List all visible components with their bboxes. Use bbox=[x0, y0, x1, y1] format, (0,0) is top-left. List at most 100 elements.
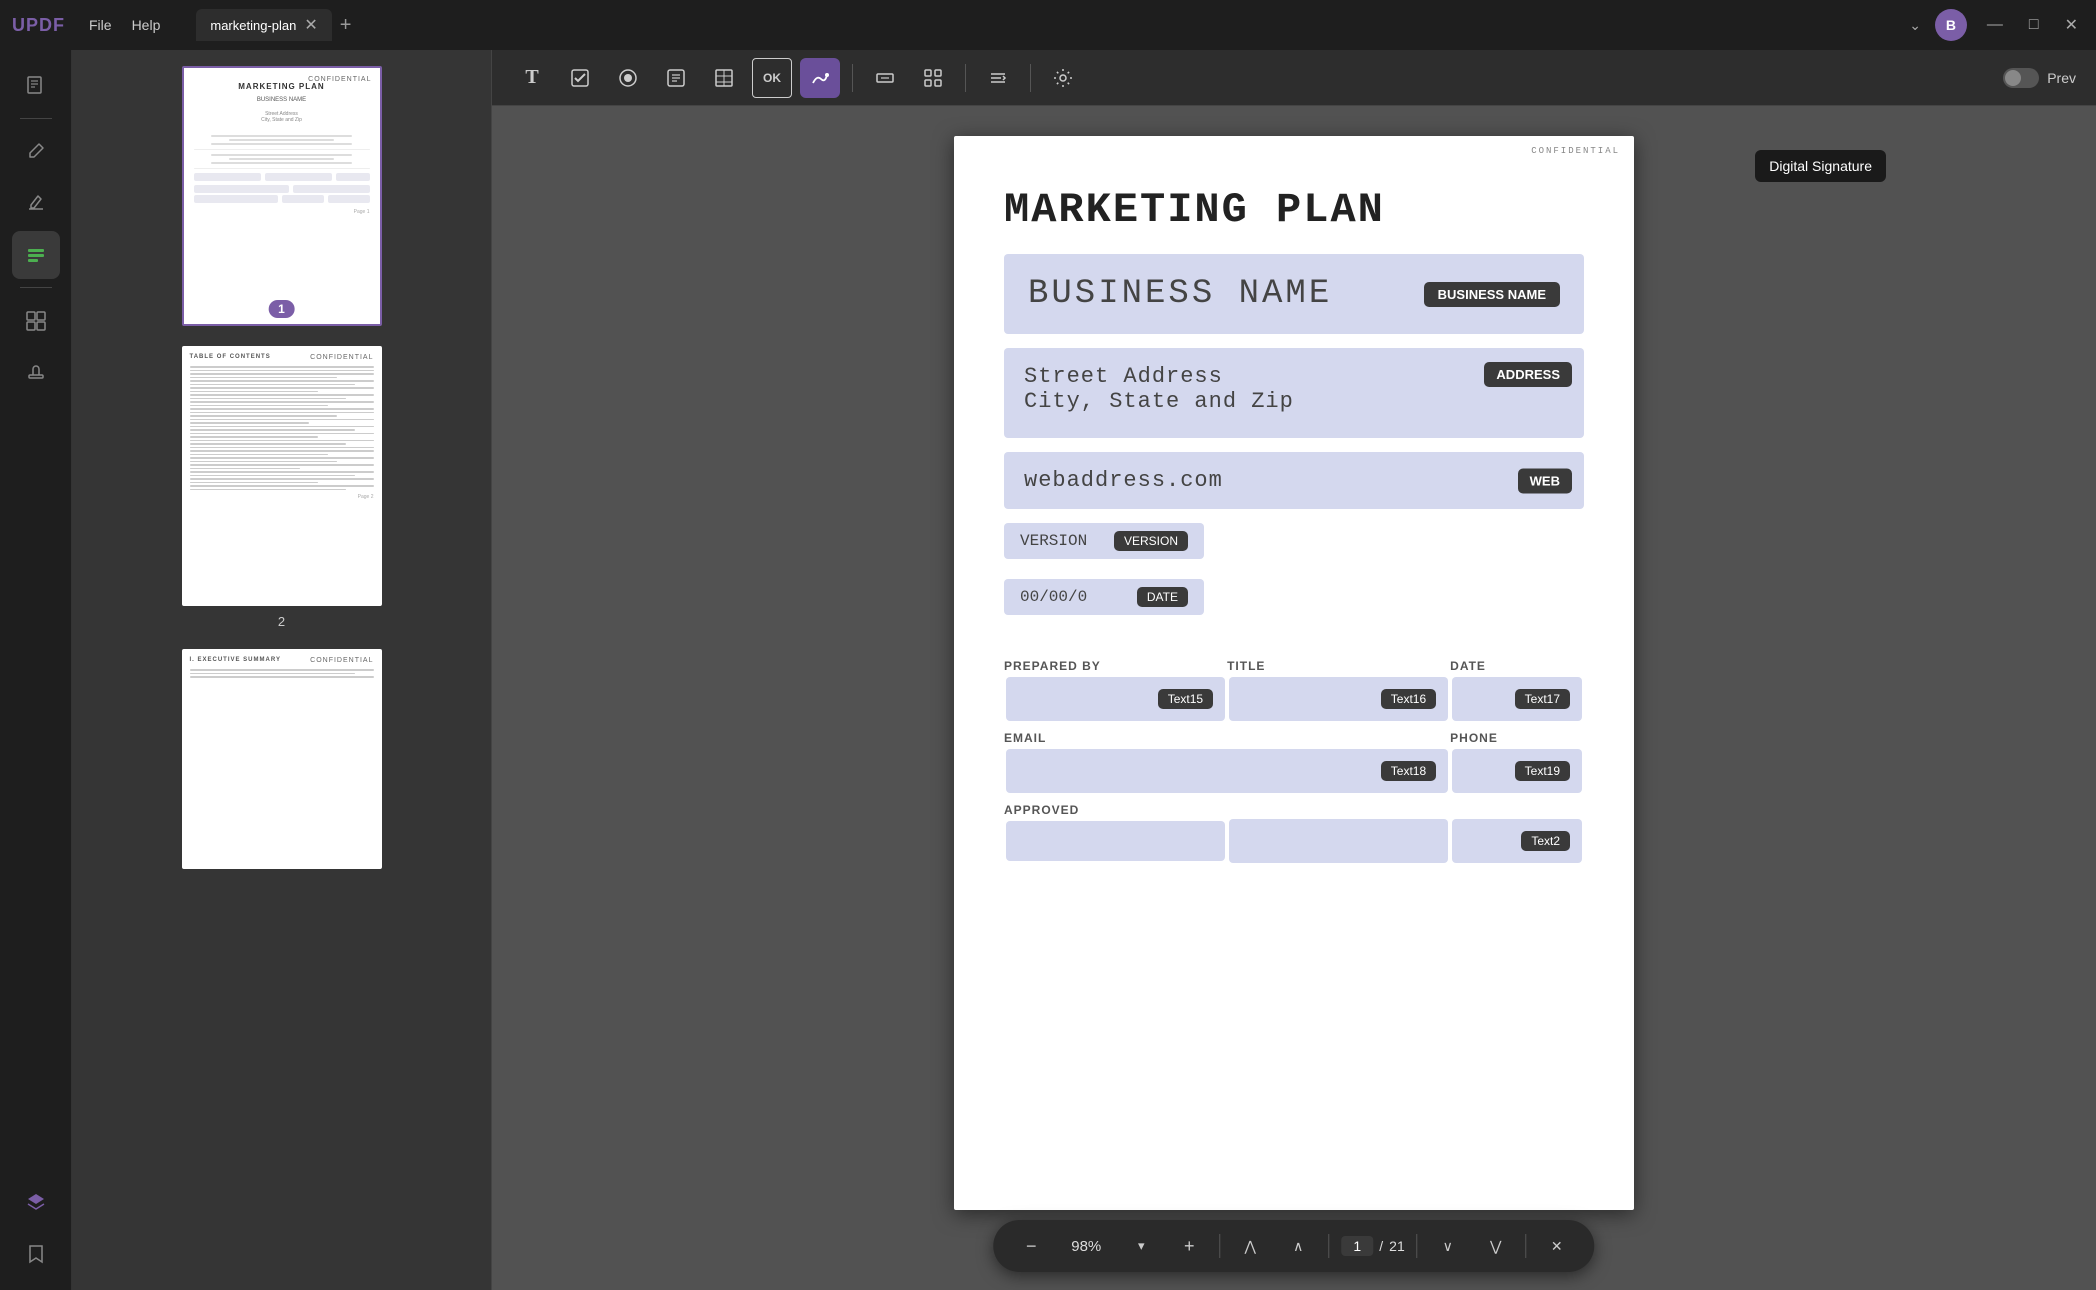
version-label: VERSION bbox=[1020, 532, 1114, 550]
title-col: TITLE Text16 bbox=[1227, 655, 1450, 723]
main-area: CONFIDENTIAL MARKETING PLAN BUSINESS NAM… bbox=[0, 50, 2096, 1290]
approved-title-field[interactable] bbox=[1229, 819, 1448, 863]
zoom-in-button[interactable]: + bbox=[1171, 1228, 1207, 1264]
layout-button[interactable] bbox=[913, 58, 953, 98]
thumb-3-content: I. EXECUTIVE SUMMARY bbox=[182, 649, 382, 688]
tab-marketing-plan[interactable]: marketing-plan ✕ bbox=[196, 9, 331, 41]
thumb-2-content: TABLE OF CONTENTS bbox=[182, 346, 382, 508]
checkbox-tool-button[interactable] bbox=[560, 58, 600, 98]
address-tag[interactable]: ADDRESS bbox=[1484, 362, 1572, 387]
text2-field[interactable]: Text2 bbox=[1452, 819, 1582, 863]
list-tool-button[interactable] bbox=[656, 58, 696, 98]
zoom-dropdown-button[interactable]: ▾ bbox=[1123, 1228, 1159, 1264]
sidebar-divider-1 bbox=[20, 118, 52, 119]
toggle-switch[interactable] bbox=[2003, 68, 2039, 88]
thumbnail-page-1[interactable]: CONFIDENTIAL MARKETING PLAN BUSINESS NAM… bbox=[182, 66, 382, 326]
address-content: Street Address City, State and Zip bbox=[1024, 364, 1294, 414]
prepared-section: PREPARED BY Text15 TITLE Text16 bbox=[1004, 655, 1584, 865]
sidebar-item-layers[interactable] bbox=[12, 1178, 60, 1226]
maximize-button[interactable]: □ bbox=[2023, 14, 2045, 36]
toolbar-sep-3 bbox=[1030, 64, 1031, 92]
radio-tool-button[interactable] bbox=[608, 58, 648, 98]
jump-first-button[interactable]: ⋀ bbox=[1232, 1228, 1268, 1264]
web-address-label: webaddress.com bbox=[1024, 468, 1223, 493]
menu-help[interactable]: Help bbox=[132, 17, 161, 33]
jump-last-button[interactable]: ⋁ bbox=[1478, 1228, 1514, 1264]
title-bar: UPDF File Help marketing-plan ✕ + ⌄ B — … bbox=[0, 0, 2096, 50]
tab-label: marketing-plan bbox=[210, 18, 296, 33]
align-button[interactable] bbox=[978, 58, 1018, 98]
zoom-value-display: 98% bbox=[1061, 1238, 1111, 1255]
document-scroll[interactable]: CONFIDENTIAL MARKETING PLAN BUSINESS NAM… bbox=[492, 106, 2096, 1290]
jump-next-button[interactable]: ∨ bbox=[1430, 1228, 1466, 1264]
stamp-tool-button[interactable]: OK bbox=[752, 58, 792, 98]
address-block: Street Address City, State and Zip ADDRE… bbox=[1004, 348, 1584, 438]
settings-button[interactable] bbox=[1043, 58, 1083, 98]
prepared-by-header: PREPARED BY bbox=[1004, 655, 1227, 675]
sidebar-item-annotate[interactable] bbox=[12, 127, 60, 175]
nav-sep-4 bbox=[1526, 1234, 1527, 1258]
phone-col: PHONE Text19 bbox=[1450, 727, 1584, 795]
date-tag[interactable]: DATE bbox=[1137, 587, 1188, 607]
date-block: 00/00/0 DATE bbox=[1004, 579, 1204, 615]
text2-tag[interactable]: Text2 bbox=[1521, 831, 1570, 851]
approved-header: APPROVED bbox=[1004, 799, 1227, 819]
text19-tag[interactable]: Text19 bbox=[1515, 761, 1570, 781]
menu-file[interactable]: File bbox=[89, 17, 112, 33]
sidebar-item-bookmarks[interactable] bbox=[12, 1230, 60, 1278]
text20-field[interactable] bbox=[1006, 821, 1225, 861]
text15-tag[interactable]: Text15 bbox=[1158, 689, 1213, 709]
thumbnail-page-3[interactable]: CONFIDENTIAL I. EXECUTIVE SUMMARY bbox=[182, 649, 382, 869]
thumbnail-page-2[interactable]: CONFIDENTIAL TABLE OF CONTENTS bbox=[182, 346, 382, 629]
text18-tag[interactable]: Text18 bbox=[1381, 761, 1436, 781]
current-page-input[interactable] bbox=[1341, 1236, 1373, 1256]
sidebar-item-edit[interactable] bbox=[12, 179, 60, 227]
approved-date-col: Text2 bbox=[1450, 799, 1584, 865]
user-avatar[interactable]: B bbox=[1935, 9, 1967, 41]
nav-close-button[interactable]: ✕ bbox=[1539, 1228, 1575, 1264]
business-name-tag[interactable]: BUSINESS NAME bbox=[1424, 282, 1560, 307]
prev-button[interactable]: Prev bbox=[2047, 70, 2076, 86]
thumbnail-watermark-1: CONFIDENTIAL bbox=[308, 76, 371, 83]
close-button[interactable]: ✕ bbox=[2059, 13, 2084, 37]
thumbnail-label-2: 2 bbox=[278, 614, 285, 629]
sidebar-item-forms[interactable] bbox=[12, 231, 60, 279]
email-header: EMAIL bbox=[1004, 727, 1450, 747]
thumbnail-image-2[interactable]: CONFIDENTIAL TABLE OF CONTENTS bbox=[182, 346, 382, 606]
tab-close-button[interactable]: ✕ bbox=[304, 15, 317, 35]
zoom-out-button[interactable]: − bbox=[1013, 1228, 1049, 1264]
chevron-down-icon[interactable]: ⌄ bbox=[1909, 17, 1921, 34]
thumbnail-image-1[interactable]: CONFIDENTIAL MARKETING PLAN BUSINESS NAM… bbox=[182, 66, 382, 326]
content-area: T OK bbox=[492, 50, 2096, 1290]
text17-field[interactable]: Text17 bbox=[1452, 677, 1582, 721]
address-line2: City, State and Zip bbox=[1024, 389, 1294, 414]
tab-area: marketing-plan ✕ + bbox=[196, 9, 1893, 41]
version-block: VERSION VERSION bbox=[1004, 523, 1204, 559]
text19-field[interactable]: Text19 bbox=[1452, 749, 1582, 793]
sidebar-item-stamp[interactable] bbox=[12, 348, 60, 396]
minimize-button[interactable]: — bbox=[1981, 14, 2009, 36]
page-display: / 21 bbox=[1341, 1236, 1404, 1256]
sidebar-item-pages[interactable] bbox=[12, 62, 60, 110]
jump-prev-button[interactable]: ∧ bbox=[1280, 1228, 1316, 1264]
signature-tool-button[interactable] bbox=[800, 58, 840, 98]
text15-field[interactable]: Text15 bbox=[1006, 677, 1225, 721]
sidebar-item-organize[interactable] bbox=[12, 296, 60, 344]
new-tab-button[interactable]: + bbox=[340, 14, 352, 37]
text-tool-button[interactable]: T bbox=[512, 58, 552, 98]
text17-tag[interactable]: Text17 bbox=[1515, 689, 1570, 709]
email-phone-row: EMAIL Text18 PHONE Text19 bbox=[1004, 727, 1584, 795]
text16-tag[interactable]: Text16 bbox=[1381, 689, 1436, 709]
text16-field[interactable]: Text16 bbox=[1229, 677, 1448, 721]
title-bar-right: ⌄ B — □ ✕ bbox=[1909, 9, 2084, 41]
date-label: 00/00/0 bbox=[1020, 588, 1137, 606]
phone-header: PHONE bbox=[1450, 727, 1584, 747]
version-tag[interactable]: VERSION bbox=[1114, 531, 1188, 551]
text-field-button[interactable] bbox=[865, 58, 905, 98]
business-name-label: BUSINESS NAME bbox=[1028, 275, 1424, 313]
thumbnail-image-3[interactable]: CONFIDENTIAL I. EXECUTIVE SUMMARY bbox=[182, 649, 382, 869]
prep-by-col: PREPARED BY Text15 bbox=[1004, 655, 1227, 723]
text18-field[interactable]: Text18 bbox=[1006, 749, 1448, 793]
web-tag[interactable]: WEB bbox=[1518, 468, 1572, 493]
table-tool-button[interactable] bbox=[704, 58, 744, 98]
